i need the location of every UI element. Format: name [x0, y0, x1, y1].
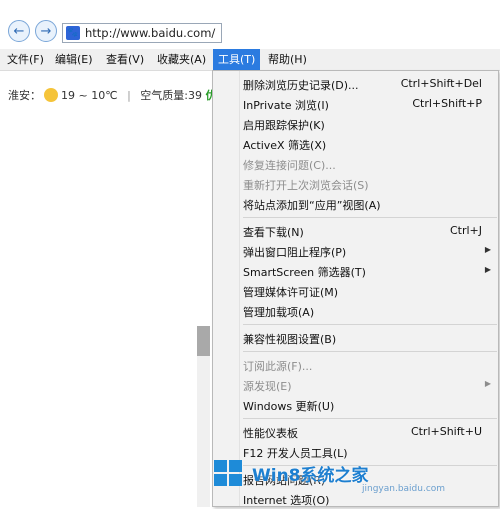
air-quality-label: 空气质量:39: [140, 89, 202, 102]
weather-widget: 淮安： 19 ~ 10℃ | 空气质量:39 优: [8, 87, 216, 103]
menu-tools[interactable]: 工具(T): [213, 49, 261, 70]
menu-item-label: 管理加载项(A): [243, 306, 315, 319]
menu-item-label: 弹出窗口阻止程序(P): [243, 246, 347, 259]
paw-icon: 🐾: [66, 26, 80, 40]
menu-item-label: Windows 更新(U): [243, 400, 335, 413]
tools-menu-item[interactable]: InPrivate 浏览(I) Ctrl+Shift+P: [213, 94, 498, 114]
tools-menu: 删除浏览历史记录(D)... Ctrl+Shift+Del InPrivate 浏览…: [212, 70, 499, 507]
menu-separator: [243, 324, 497, 325]
menu-item-label: 修复连接问题(C)...: [243, 159, 336, 172]
url-text: http://www.baidu.com/: [85, 26, 216, 40]
menu-separator: [243, 418, 497, 419]
url-input[interactable]: 🐾 http://www.baidu.com/: [62, 23, 222, 43]
tools-menu-item[interactable]: 管理媒体许可证(M): [213, 281, 498, 301]
menu-view[interactable]: 查看(V): [101, 49, 149, 70]
menu-item-label: Internet 选项(O): [243, 494, 330, 507]
menu-item-label: 查看下载(N): [243, 226, 304, 239]
tools-menu-item[interactable]: F12 开发人员工具(L): [213, 442, 498, 462]
menu-item-label: 源发现(E): [243, 380, 292, 393]
weather-city: 淮安：: [8, 89, 41, 102]
menu-item-label: SmartScreen 筛选器(T): [243, 266, 366, 279]
tools-menu-item: 订阅此源(F)...: [213, 355, 498, 375]
tools-menu-item[interactable]: 兼容性视图设置(B): [213, 328, 498, 348]
address-bar-area: ← → 🐾 http://www.baidu.com/: [0, 0, 500, 48]
menu-item-shortcut: Ctrl+Shift+U: [410, 425, 482, 438]
forward-arrow-icon: →: [40, 24, 52, 39]
tools-menu-item: 修复连接问题(C)...: [213, 154, 498, 174]
scrollbar-thumb[interactable]: [197, 326, 210, 356]
menu-item-label: 将站点添加到“应用”视图(A): [243, 199, 381, 212]
tools-menu-item[interactable]: ActiveX 筛选(X): [213, 134, 498, 154]
tools-menu-item[interactable]: Windows 更新(U): [213, 395, 498, 415]
tools-menu-item[interactable]: 查看下载(N) Ctrl+J: [213, 221, 498, 241]
menu-file[interactable]: 文件(F): [2, 49, 49, 70]
tools-menu-item[interactable]: 弹出窗口阻止程序(P) ▶: [213, 241, 498, 261]
submenu-arrow-icon: ▶: [484, 245, 491, 254]
menu-favorites[interactable]: 收藏夹(A): [152, 49, 211, 70]
menu-item-label: InPrivate 浏览(I): [243, 99, 329, 112]
watermark-url: jingyan.baidu.com: [362, 484, 446, 494]
menu-item-label: F12 开发人员工具(L): [243, 447, 348, 460]
page-content: 淮安： 19 ~ 10℃ | 空气质量:39 优: [0, 71, 216, 507]
menu-bar: 文件(F) 编辑(E) 查看(V) 收藏夹(A) 工具(T) 帮助(H): [0, 49, 500, 71]
menu-item-label: 管理媒体许可证(M): [243, 286, 339, 299]
back-arrow-icon: ←: [13, 24, 25, 39]
menu-help[interactable]: 帮助(H): [263, 49, 312, 70]
tools-menu-item[interactable]: 性能仪表板 Ctrl+Shift+U: [213, 422, 498, 442]
submenu-arrow-icon: ▶: [484, 265, 491, 274]
menu-item-shortcut: Ctrl+Shift+Del: [400, 77, 482, 90]
watermark-text: Win8系统之家: [252, 466, 369, 486]
menu-item-label: 重新打开上次浏览会话(S): [243, 179, 369, 192]
tools-menu-item[interactable]: Internet 选项(O): [213, 489, 498, 509]
menu-item-label: ActiveX 筛选(X): [243, 139, 327, 152]
submenu-arrow-icon: ▶: [484, 379, 491, 388]
weather-temp: 19 ~ 10℃: [61, 89, 118, 102]
menu-item-label: 删除浏览历史记录(D)...: [243, 79, 359, 92]
menu-edit[interactable]: 编辑(E): [50, 49, 98, 70]
menu-item-label: 兼容性视图设置(B): [243, 333, 337, 346]
forward-button[interactable]: →: [35, 20, 57, 42]
menu-item-label: 启用跟踪保护(K): [243, 119, 325, 132]
tools-menu-item: 源发现(E) ▶: [213, 375, 498, 395]
back-button[interactable]: ←: [8, 20, 30, 42]
menu-item-shortcut: Ctrl+J: [449, 224, 482, 237]
partly-sunny-icon: [44, 88, 58, 102]
windows-logo-icon: [214, 460, 244, 488]
menu-item-label: 订阅此源(F)...: [243, 360, 313, 373]
menu-item-shortcut: Ctrl+Shift+P: [412, 97, 482, 110]
menu-item-label: 性能仪表板: [243, 427, 298, 440]
tools-menu-item: 重新打开上次浏览会话(S): [213, 174, 498, 194]
menu-separator: [243, 351, 497, 352]
scrollbar-track[interactable]: [197, 356, 210, 507]
weather-divider: |: [127, 89, 131, 102]
tools-menu-item[interactable]: SmartScreen 筛选器(T) ▶: [213, 261, 498, 281]
tools-menu-item[interactable]: 删除浏览历史记录(D)... Ctrl+Shift+Del: [213, 74, 498, 94]
tools-menu-item[interactable]: 管理加载项(A): [213, 301, 498, 321]
menu-separator: [243, 217, 497, 218]
tools-menu-item[interactable]: 将站点添加到“应用”视图(A): [213, 194, 498, 214]
tools-menu-item[interactable]: 启用跟踪保护(K): [213, 114, 498, 134]
